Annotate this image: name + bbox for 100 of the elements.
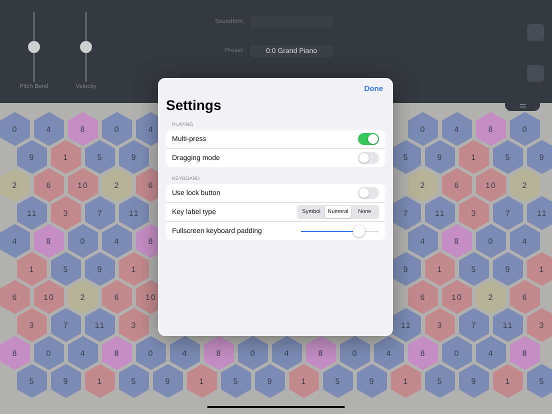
hex-key[interactable]: 2	[0, 168, 30, 202]
hex-key[interactable]: 4	[442, 112, 472, 146]
hex-key[interactable]: 8	[68, 112, 98, 146]
hex-key[interactable]: 2	[102, 168, 132, 202]
hex-key[interactable]: 7	[459, 308, 489, 342]
hex-key[interactable]: 0	[102, 112, 132, 146]
hex-key[interactable]: 8	[510, 336, 540, 370]
hex-key[interactable]: 11	[493, 308, 523, 342]
hex-key[interactable]: 6	[408, 280, 438, 314]
hex-key[interactable]: 8	[306, 336, 336, 370]
hex-key[interactable]: 5	[17, 364, 47, 398]
hex-key[interactable]: 1	[51, 140, 81, 174]
hex-key[interactable]: 5	[459, 252, 489, 286]
hex-key[interactable]: 5	[493, 140, 523, 174]
hex-key[interactable]: 8	[34, 224, 64, 258]
hex-key[interactable]: 0	[340, 336, 370, 370]
toggle-switch[interactable]	[358, 133, 379, 145]
hex-key[interactable]: 8	[476, 112, 506, 146]
hex-key[interactable]: 6	[102, 280, 132, 314]
hex-key[interactable]: 4	[170, 336, 200, 370]
hex-key[interactable]: 0	[442, 336, 472, 370]
hex-key[interactable]: 10	[68, 168, 98, 202]
hex-key[interactable]: 4	[34, 112, 64, 146]
hex-key[interactable]: 5	[425, 364, 455, 398]
toggle-switch[interactable]	[358, 152, 379, 164]
hex-key[interactable]: 3	[459, 196, 489, 230]
hex-key[interactable]: 9	[493, 252, 523, 286]
hex-key[interactable]: 1	[459, 140, 489, 174]
hex-key[interactable]: 0	[0, 112, 30, 146]
hex-key[interactable]: 7	[51, 308, 81, 342]
hex-key[interactable]: 4	[510, 224, 540, 258]
hex-key[interactable]: 9	[51, 364, 81, 398]
hex-key[interactable]: 8	[408, 336, 438, 370]
hex-key[interactable]: 4	[476, 336, 506, 370]
slider-thumb[interactable]	[352, 225, 365, 237]
hex-key[interactable]: 11	[85, 308, 115, 342]
hex-key[interactable]: 1	[289, 364, 319, 398]
toggle-switch[interactable]	[358, 187, 379, 199]
hex-key[interactable]: 8	[0, 336, 30, 370]
hex-key[interactable]: 9	[459, 364, 489, 398]
hex-key[interactable]: 9	[357, 364, 387, 398]
hex-key[interactable]: 8	[442, 224, 472, 258]
hex-key[interactable]: 7	[391, 196, 421, 230]
hex-key[interactable]: 3	[425, 308, 455, 342]
hex-key[interactable]: 6	[442, 168, 472, 202]
hex-key[interactable]: 11	[391, 308, 421, 342]
hex-key[interactable]: 7	[85, 196, 115, 230]
hex-key[interactable]: 9	[425, 140, 455, 174]
handle-tab[interactable]	[505, 100, 540, 111]
hex-key[interactable]: 10	[476, 168, 506, 202]
hex-key[interactable]: 9	[255, 364, 285, 398]
hex-key[interactable]: 1	[391, 364, 421, 398]
slider-thumb[interactable]	[80, 41, 92, 53]
hex-key[interactable]: 11	[119, 196, 149, 230]
hex-key[interactable]: 0	[136, 336, 166, 370]
hex-key[interactable]: 2	[476, 280, 506, 314]
hex-key[interactable]: 2	[68, 280, 98, 314]
hex-key[interactable]: 9	[85, 252, 115, 286]
hex-key[interactable]: 9	[527, 140, 552, 174]
hex-key[interactable]: 3	[119, 308, 149, 342]
hex-key[interactable]: 0	[510, 112, 540, 146]
slider-thumb[interactable]	[28, 41, 40, 53]
hex-key[interactable]: 7	[493, 196, 523, 230]
hex-key[interactable]: 4	[408, 224, 438, 258]
hex-key[interactable]: 5	[221, 364, 251, 398]
hex-key[interactable]: 5	[391, 140, 421, 174]
hex-key[interactable]: 0	[238, 336, 268, 370]
hex-key[interactable]: 11	[527, 196, 552, 230]
hex-key[interactable]: 2	[408, 168, 438, 202]
hex-key[interactable]: 11	[425, 196, 455, 230]
hex-key[interactable]: 8	[204, 336, 234, 370]
hex-key[interactable]: 6	[34, 168, 64, 202]
hex-key[interactable]: 1	[493, 364, 523, 398]
hex-key[interactable]: 5	[85, 140, 115, 174]
hex-key[interactable]: 4	[374, 336, 404, 370]
hex-key[interactable]: 1	[187, 364, 217, 398]
hex-key[interactable]: 0	[68, 224, 98, 258]
hex-key[interactable]: 5	[119, 364, 149, 398]
hex-key[interactable]: 5	[323, 364, 353, 398]
hex-key[interactable]: 9	[153, 364, 183, 398]
hex-key[interactable]: 0	[34, 336, 64, 370]
hex-key[interactable]: 4	[68, 336, 98, 370]
hex-key[interactable]: 3	[527, 308, 552, 342]
hex-key[interactable]: 3	[51, 196, 81, 230]
hex-key[interactable]: 0	[476, 224, 506, 258]
hex-key[interactable]: 1	[527, 252, 552, 286]
hex-key[interactable]: 1	[17, 252, 47, 286]
hex-key[interactable]: 6	[510, 280, 540, 314]
hex-key[interactable]: 5	[527, 364, 552, 398]
hex-key[interactable]: 9	[391, 252, 421, 286]
hex-key[interactable]: 11	[17, 196, 47, 230]
hex-key[interactable]: 4	[272, 336, 302, 370]
hex-key[interactable]: 10	[442, 280, 472, 314]
hex-key[interactable]: 1	[119, 252, 149, 286]
hex-key[interactable]: 2	[510, 168, 540, 202]
hex-key[interactable]: 1	[425, 252, 455, 286]
hex-key[interactable]: 5	[51, 252, 81, 286]
hex-key[interactable]: 4	[0, 224, 30, 258]
hex-key[interactable]: 3	[17, 308, 47, 342]
hex-key[interactable]: 8	[102, 336, 132, 370]
